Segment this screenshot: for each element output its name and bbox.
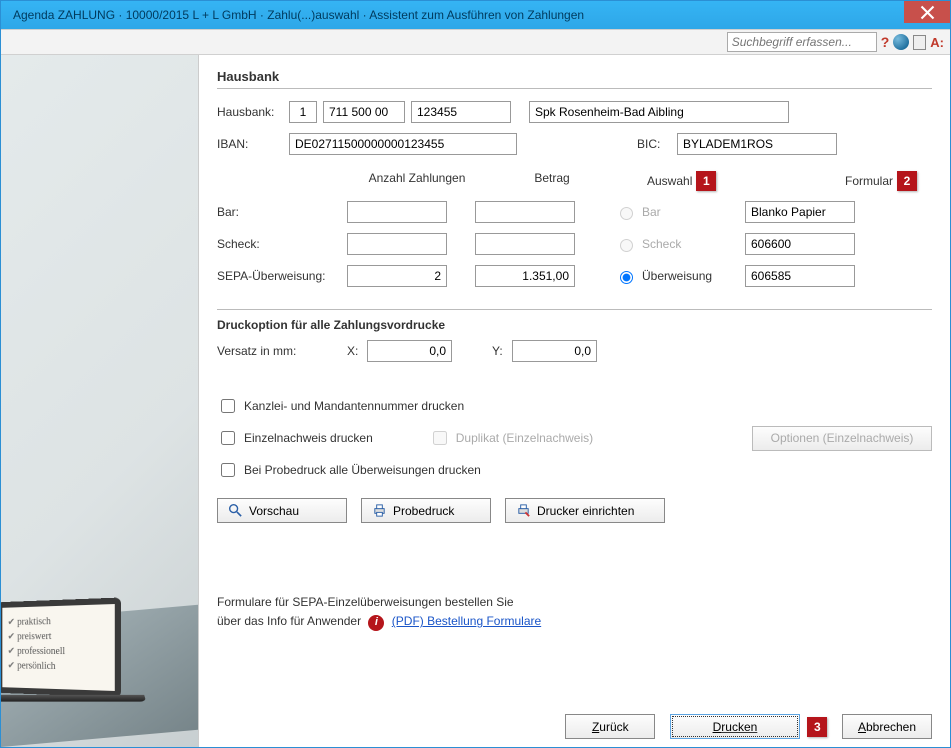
formular-sepa-field[interactable] — [745, 265, 855, 287]
bic-field — [677, 133, 837, 155]
drucker-einrichten-button[interactable]: Drucker einrichten — [505, 498, 665, 523]
col-betrag: Betrag — [487, 171, 617, 191]
bic-label: BIC: — [637, 137, 677, 151]
app-window: Agenda ZAHLUNG · 10000/2015 L + L GmbH ·… — [0, 0, 951, 748]
footer-buttons: Zurück Drucken 3 Abbrechen — [217, 708, 932, 739]
chk-kanzlei-label: Kanzlei- und Mandantennummer drucken — [244, 399, 464, 413]
close-icon — [920, 5, 935, 20]
versatz-x-field[interactable] — [367, 340, 452, 362]
search-input[interactable] — [727, 32, 877, 52]
chk-duplikat-label: Duplikat (Einzelnachweis) — [456, 431, 593, 445]
optionen-button: Optionen (Einzelnachweis) — [752, 426, 932, 451]
versatz-label: Versatz in mm: — [217, 344, 347, 358]
main-panel: Hausbank Hausbank: IBAN: BIC: — [199, 55, 950, 747]
help-icon[interactable]: ? — [881, 34, 890, 50]
printer-icon — [372, 503, 387, 518]
chk-einzelnachweis-label: Einzelnachweis drucken — [244, 431, 373, 445]
radio-bar-input — [620, 207, 633, 220]
printer-settings-icon — [516, 503, 531, 518]
body: praktisch preiswert professionell persön… — [1, 55, 950, 747]
cancel-button[interactable]: Abbrechen — [842, 714, 932, 739]
globe-icon[interactable] — [893, 34, 909, 50]
sidebar: praktisch preiswert professionell persön… — [1, 55, 199, 747]
col-auswahl: Auswahl 1 — [647, 171, 777, 191]
info-icon: i — [368, 615, 384, 631]
vorschau-button[interactable]: Vorschau — [217, 498, 347, 523]
bar-betrag-field[interactable] — [475, 201, 575, 223]
window-title: Agenda ZAHLUNG · 10000/2015 L + L GmbH ·… — [13, 8, 584, 22]
iban-field — [289, 133, 517, 155]
hausbank-label: Hausbank: — [217, 105, 289, 119]
agenda-icon[interactable]: A: — [930, 35, 944, 50]
y-label: Y: — [492, 344, 512, 358]
col-formular: Formular 2 — [777, 171, 917, 191]
badge-3: 3 — [807, 717, 827, 737]
magnifier-icon — [228, 503, 243, 518]
radio-scheck-input — [620, 239, 633, 252]
chk-einzelnachweis[interactable] — [221, 431, 235, 445]
bar-anzahl-field[interactable] — [347, 201, 447, 223]
row-sepa-label: SEPA-Überweisung: — [217, 269, 347, 283]
radio-scheck: Scheck — [615, 236, 745, 252]
hausbank-num-field[interactable] — [289, 101, 317, 123]
section-hausbank-title: Hausbank — [217, 69, 932, 89]
order-info: Formulare für SEPA-Einzelüberweisungen b… — [217, 593, 932, 631]
hausbank-blz-field[interactable] — [323, 101, 405, 123]
radio-ueberweisung[interactable]: Überweisung — [615, 268, 745, 284]
pdf-bestellung-link[interactable]: (PDF) Bestellung Formulare — [392, 614, 541, 628]
hausbank-name-field — [529, 101, 789, 123]
toolbar: ? A: — [1, 29, 950, 55]
close-button[interactable] — [904, 1, 950, 23]
row-bar-label: Bar: — [217, 205, 347, 219]
badge-2: 2 — [897, 171, 917, 191]
radio-ueberweisung-input[interactable] — [620, 271, 633, 284]
probedruck-button[interactable]: Probedruck — [361, 498, 491, 523]
chk-probedruck-alle-label: Bei Probedruck alle Überweisungen drucke… — [244, 463, 481, 477]
hausbank-konto-field[interactable] — [411, 101, 511, 123]
versatz-y-field[interactable] — [512, 340, 597, 362]
badge-1: 1 — [696, 171, 716, 191]
scheck-betrag-field[interactable] — [475, 233, 575, 255]
chk-kanzlei[interactable] — [221, 399, 235, 413]
radio-bar: Bar — [615, 204, 745, 220]
x-label: X: — [347, 344, 367, 358]
laptop-image: praktisch preiswert professionell persön… — [1, 600, 146, 707]
back-button[interactable]: Zurück — [565, 714, 655, 739]
col-anzahl: Anzahl Zahlungen — [347, 171, 487, 191]
formular-scheck-field[interactable] — [745, 233, 855, 255]
sepa-betrag-field[interactable] — [475, 265, 575, 287]
formular-bar-field[interactable] — [745, 201, 855, 223]
print-button[interactable]: Drucken — [670, 714, 800, 739]
titlebar: Agenda ZAHLUNG · 10000/2015 L + L GmbH ·… — [1, 1, 950, 29]
chk-probedruck-alle[interactable] — [221, 463, 235, 477]
sepa-anzahl-field[interactable] — [347, 265, 447, 287]
row-scheck-label: Scheck: — [217, 237, 347, 251]
section-druckoption-title: Druckoption für alle Zahlungsvordrucke — [217, 318, 932, 332]
iban-label: IBAN: — [217, 137, 289, 151]
calculator-icon[interactable] — [913, 35, 926, 50]
chk-duplikat — [433, 431, 447, 445]
scheck-anzahl-field[interactable] — [347, 233, 447, 255]
